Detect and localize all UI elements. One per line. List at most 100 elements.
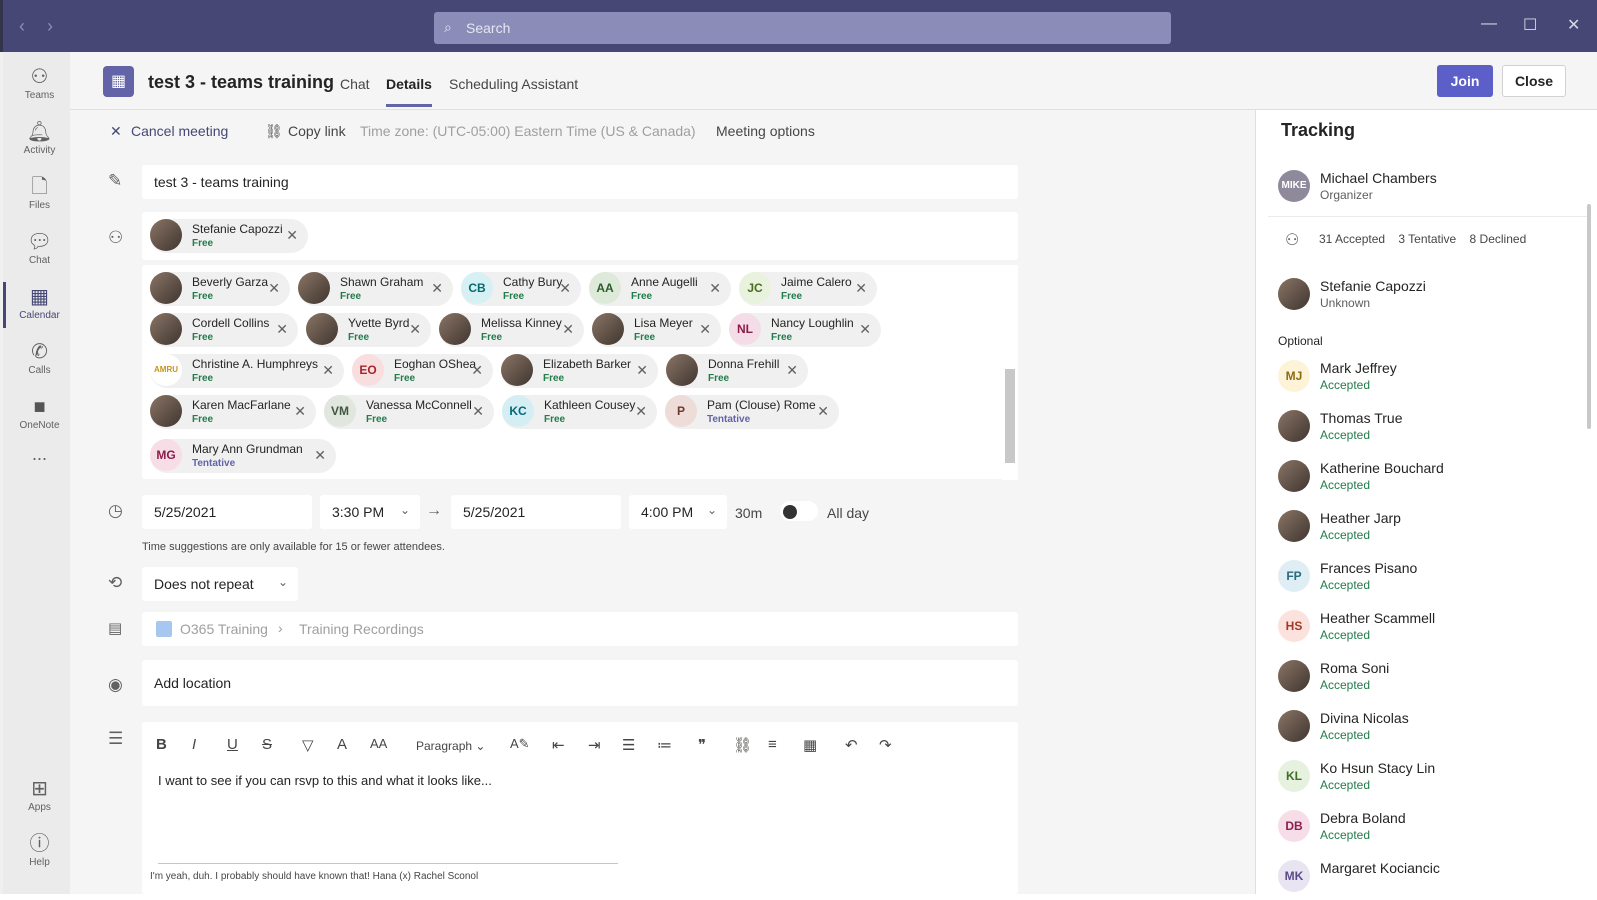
bullet-list-icon[interactable]: ☰ — [622, 736, 635, 754]
attendee-chip[interactable]: CB Cathy Bury Free ✕ — [461, 272, 581, 306]
attendee-row[interactable]: Thomas True Accepted — [1278, 410, 1578, 450]
remove-icon[interactable]: ✕ — [699, 321, 711, 338]
organizer-row[interactable]: MIKE Michael Chambers Organizer — [1278, 170, 1578, 210]
remove-icon[interactable]: ✕ — [817, 403, 829, 420]
remove-icon[interactable]: ✕ — [286, 227, 298, 244]
quote-icon[interactable]: ❞ — [698, 736, 706, 754]
numbered-list-icon[interactable]: ≔ — [657, 736, 672, 754]
title-field[interactable]: test 3 - teams training — [142, 165, 1018, 199]
attendee-row[interactable]: Divina Nicolas Accepted — [1278, 710, 1578, 750]
end-date-picker[interactable]: 5/25/2021 — [451, 495, 621, 529]
remove-icon[interactable]: ✕ — [859, 321, 871, 338]
attendee-chip[interactable]: P Pam (Clouse) Rome Tentative ✕ — [665, 395, 839, 429]
decrease-indent-icon[interactable]: ⇤ — [552, 736, 565, 754]
remove-icon[interactable]: ✕ — [268, 280, 280, 297]
remove-icon[interactable]: ✕ — [559, 280, 571, 297]
strikethrough-icon[interactable]: S — [262, 736, 272, 753]
attendee-chip[interactable]: KC Kathleen Cousey Free ✕ — [502, 395, 657, 429]
remove-icon[interactable]: ✕ — [294, 403, 306, 420]
attendee-chip[interactable]: VM Vanessa McConnell Free ✕ — [324, 395, 494, 429]
rail-calls[interactable]: ✆ Calls — [6, 333, 73, 389]
meeting-options-button[interactable]: Meeting options — [716, 123, 815, 139]
attendee-chip[interactable]: MG Mary Ann Grundman Tentative ✕ — [150, 439, 336, 473]
attendee-chip[interactable]: Melissa Kinney Free ✕ — [439, 313, 584, 347]
timezone-select[interactable]: Time zone: (UTC-05:00) Eastern Time (US … — [360, 123, 696, 139]
attendee-chip[interactable]: Cordell Collins Free ✕ — [150, 313, 298, 347]
attendee-row[interactable]: Roma Soni Accepted — [1278, 660, 1578, 700]
maximize-icon[interactable]: ☐ — [1523, 15, 1537, 35]
link-icon[interactable]: ⛓ — [733, 736, 752, 754]
close-button[interactable]: Close — [1502, 65, 1566, 97]
attendee-chip[interactable]: JC Jaime Calero Free ✕ — [739, 272, 877, 306]
location-field[interactable]: Add location — [142, 660, 1018, 706]
attendee-chip[interactable]: Donna Frehill Free ✕ — [666, 354, 808, 388]
rail-chat[interactable]: 💬︎ Chat — [6, 223, 73, 279]
rail-more[interactable]: ... — [6, 444, 73, 500]
bold-icon[interactable]: B — [156, 736, 167, 753]
attendee-scrollbar[interactable] — [1002, 265, 1018, 480]
attendee-chip[interactable]: Stefanie Capozzi Free ✕ — [150, 219, 308, 253]
attendee-row[interactable]: FP Frances Pisano Accepted — [1278, 560, 1578, 600]
details-editor[interactable]: B I U S ▽ A AA Paragraph ⌄ A✎ ⇤ ⇥ ☰ ≔ ❞ … — [142, 722, 1018, 894]
attendee-chip[interactable]: Beverly Garza Free ✕ — [150, 272, 290, 306]
attendee-chip[interactable]: Karen MacFarlane Free ✕ — [150, 395, 316, 429]
scrollbar-thumb[interactable] — [1005, 369, 1015, 463]
close-window-icon[interactable]: ✕ — [1567, 15, 1580, 35]
attendee-row[interactable]: DB Debra Boland Accepted — [1278, 810, 1578, 850]
allday-toggle[interactable] — [780, 501, 818, 521]
remove-icon[interactable]: ✕ — [562, 321, 574, 338]
clear-format-icon[interactable]: A✎ — [510, 736, 530, 752]
remove-icon[interactable]: ✕ — [709, 280, 721, 297]
cancel-meeting-button[interactable]: Cancel meeting — [131, 123, 228, 139]
copy-link-button[interactable]: Copy link — [288, 123, 346, 139]
table-icon[interactable]: ▦ — [803, 736, 817, 754]
remove-icon[interactable]: ✕ — [472, 403, 484, 420]
attendee-chip[interactable]: Lisa Meyer Free ✕ — [592, 313, 721, 347]
tab-chat[interactable]: Chat — [340, 76, 370, 92]
remove-icon[interactable]: ✕ — [322, 362, 334, 379]
remove-icon[interactable]: ✕ — [855, 280, 867, 297]
remove-icon[interactable]: ✕ — [636, 362, 648, 379]
rail-activity[interactable]: 🔔︎ Activity — [6, 113, 73, 169]
remove-icon[interactable]: ✕ — [471, 362, 483, 379]
attendee-row[interactable]: Katherine Bouchard Accepted — [1278, 460, 1578, 500]
attendee-row[interactable]: Stefanie Capozzi Unknown — [1278, 278, 1578, 318]
attendee-row[interactable]: HS Heather Scammell Accepted — [1278, 610, 1578, 650]
attendee-chip[interactable]: NL Nancy Loughlin Free ✕ — [729, 313, 881, 347]
attendee-chip[interactable]: Shawn Graham Free ✕ — [298, 272, 453, 306]
attendee-row[interactable]: MK Margaret Kociancic — [1278, 860, 1578, 900]
undo-icon[interactable]: ↶ — [845, 736, 858, 754]
start-time-select[interactable]: 3:30 PM ⌄ — [320, 495, 420, 529]
start-date-picker[interactable]: 5/25/2021 — [142, 495, 312, 529]
remove-icon[interactable]: ✕ — [409, 321, 421, 338]
search-input[interactable]: ⌕ Search — [434, 12, 1171, 44]
repeat-select[interactable]: Does not repeat ⌄ — [142, 567, 298, 601]
font-color-icon[interactable]: A — [337, 736, 347, 753]
remove-icon[interactable]: ✕ — [314, 447, 326, 464]
join-button[interactable]: Join — [1437, 65, 1493, 97]
remove-icon[interactable]: ✕ — [276, 321, 288, 338]
attendee-chip[interactable]: AA Anne Augelli Free ✕ — [589, 272, 731, 306]
increase-indent-icon[interactable]: ⇥ — [588, 736, 601, 754]
attendee-chip[interactable]: EO Eoghan OShea Free ✕ — [352, 354, 493, 388]
attendee-chip[interactable]: Yvette Byrd Free ✕ — [306, 313, 431, 347]
attendee-chip[interactable]: Elizabeth Barker Free ✕ — [501, 354, 658, 388]
highlight-icon[interactable]: ▽ — [302, 736, 314, 754]
divider-icon[interactable]: ≡ — [768, 736, 777, 753]
back-icon[interactable]: ‹ — [19, 16, 25, 37]
optional-attendees-field[interactable]: Beverly Garza Free ✕ Shawn Graham Free ✕ CB Cat… — [142, 265, 1018, 480]
rail-teams[interactable]: ⚇ Teams — [6, 58, 73, 114]
tracking-scrollbar[interactable] — [1587, 204, 1591, 429]
rail-help[interactable]: ⓘ Help — [6, 825, 73, 881]
redo-icon[interactable]: ↷ — [879, 736, 892, 754]
italic-icon[interactable]: I — [192, 736, 196, 753]
rail-calendar[interactable]: ▦ Calendar — [3, 278, 73, 334]
underline-icon[interactable]: U — [227, 736, 238, 753]
remove-icon[interactable]: ✕ — [786, 362, 798, 379]
remove-icon[interactable]: ✕ — [431, 280, 443, 297]
attendee-row[interactable]: KL Ko Hsun Stacy Lin Accepted — [1278, 760, 1578, 800]
rail-onenote[interactable]: ■ OneNote — [6, 388, 73, 444]
rail-files[interactable]: 🗋 Files — [6, 168, 73, 224]
required-attendees-field[interactable]: Stefanie Capozzi Free ✕ — [142, 212, 1018, 260]
minimize-icon[interactable]: — — [1481, 15, 1497, 33]
